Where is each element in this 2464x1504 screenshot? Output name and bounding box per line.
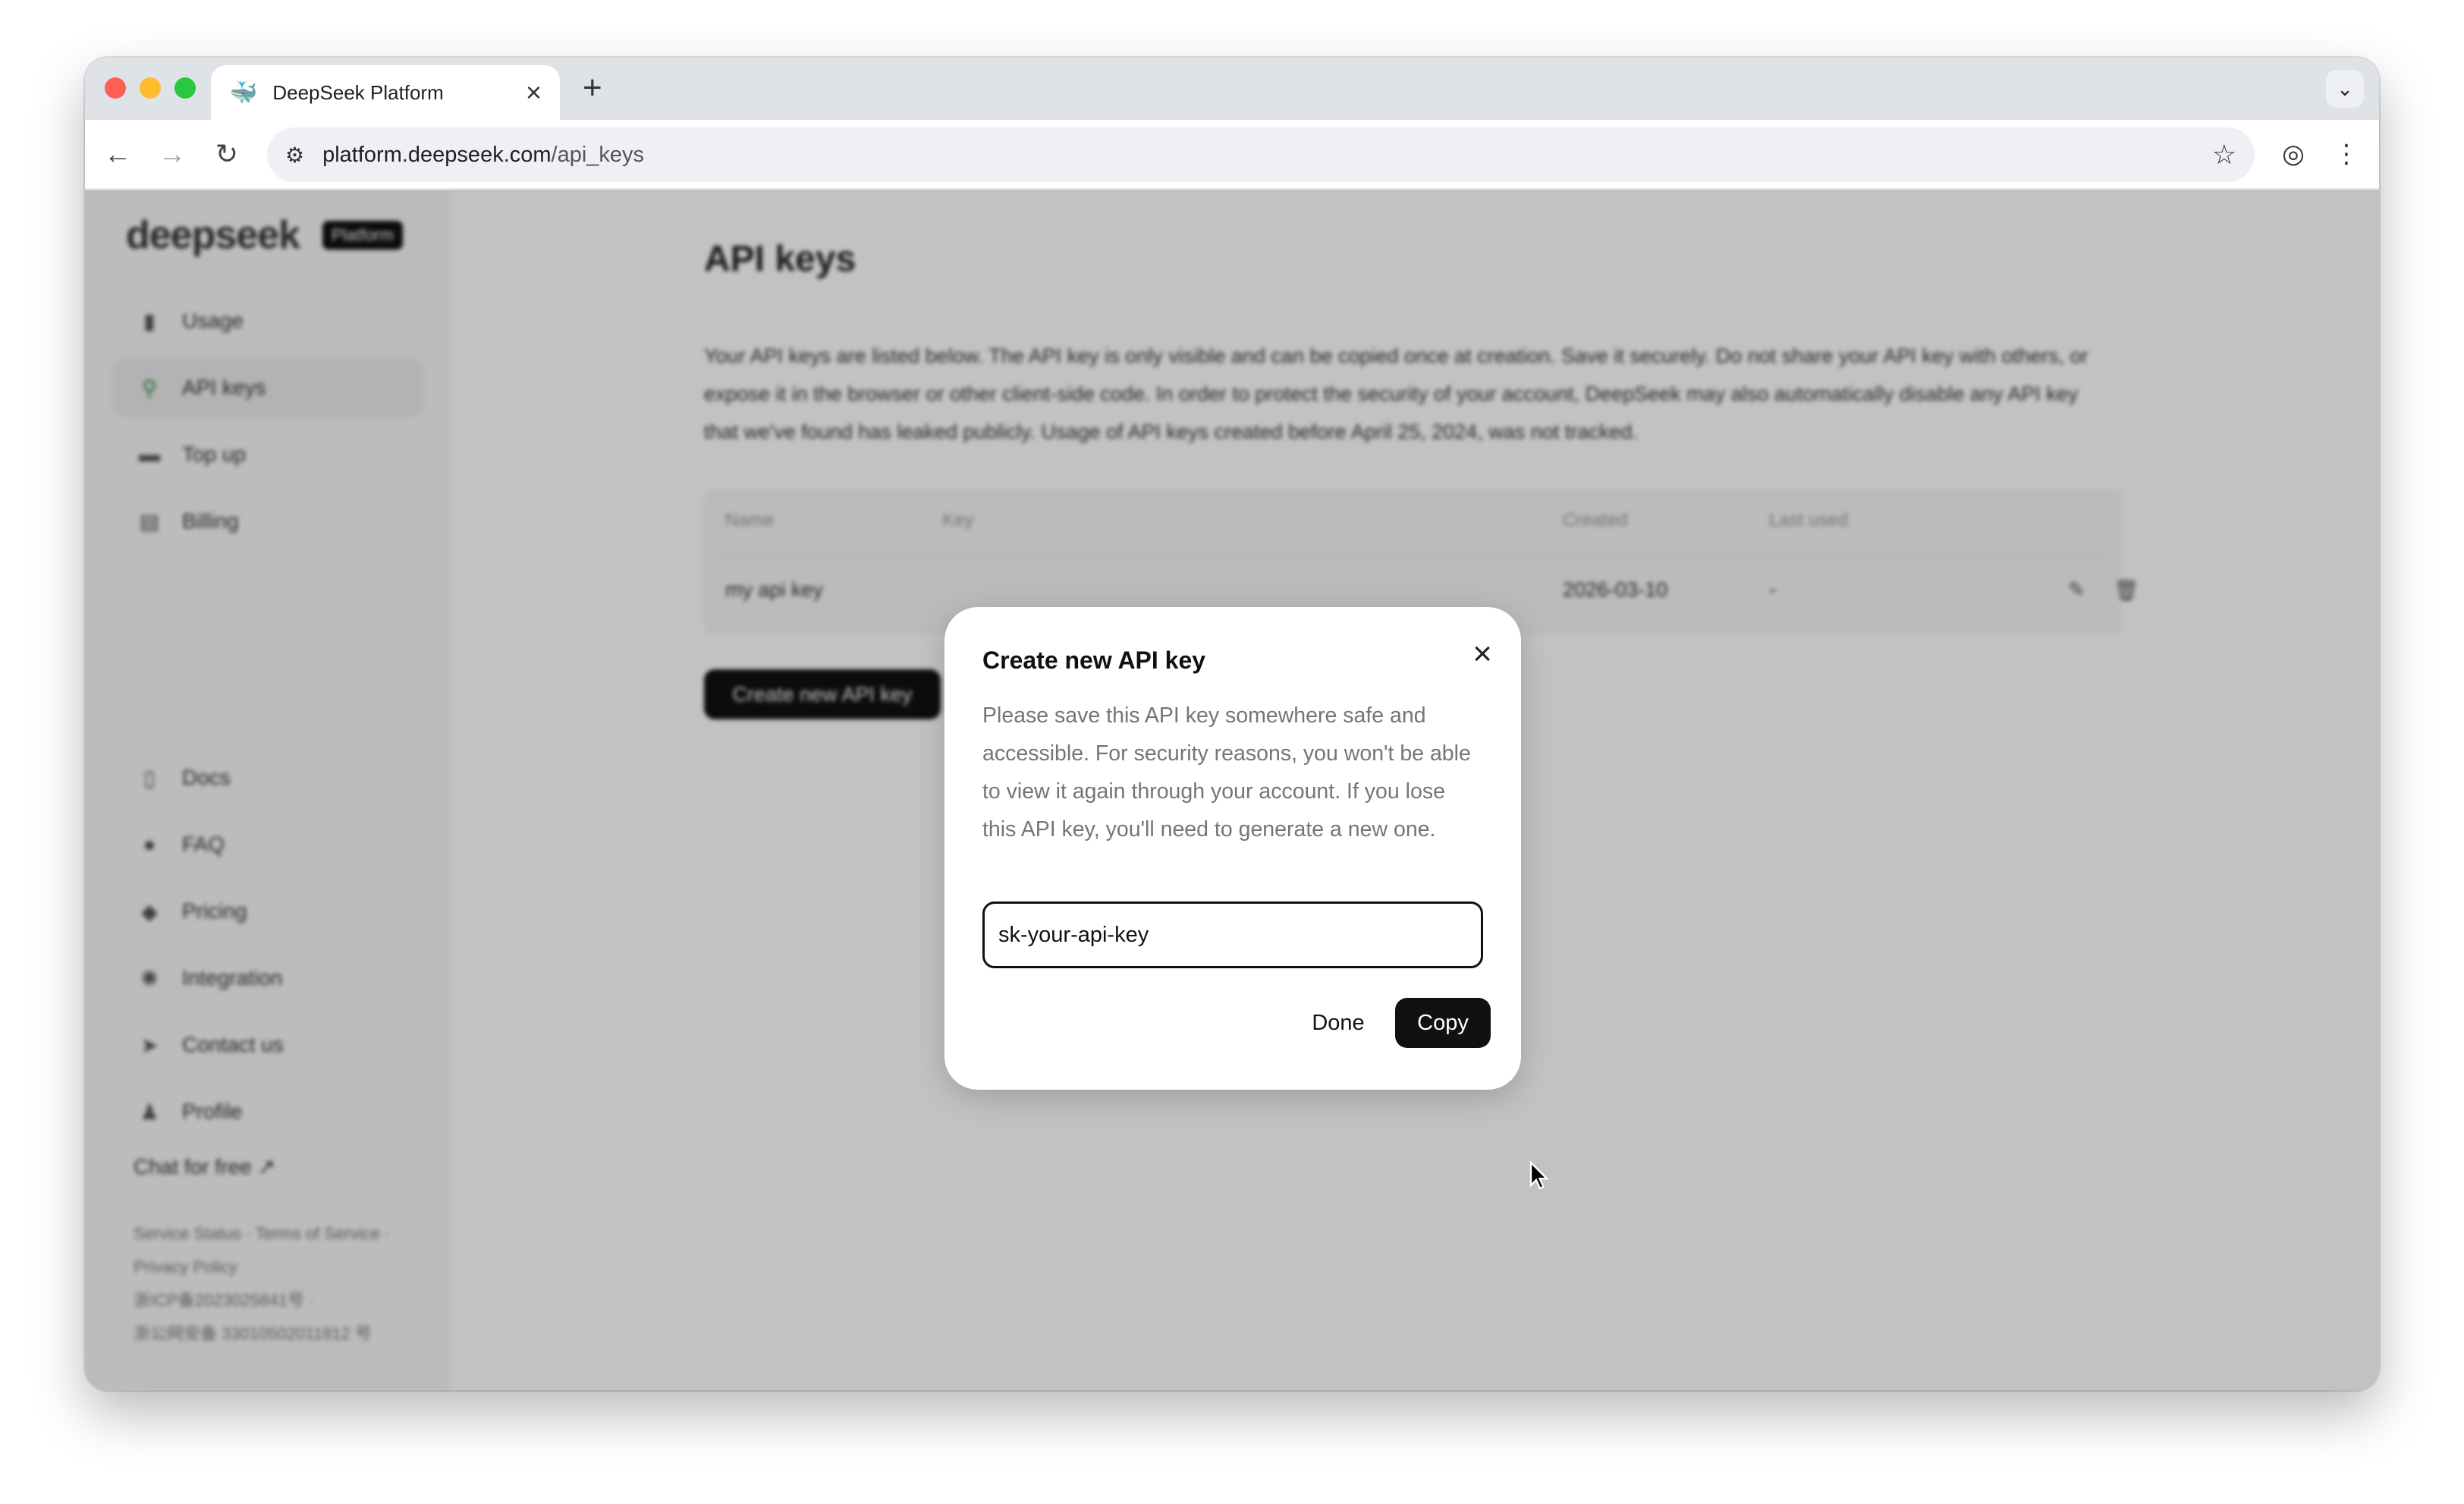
url-path: /api_keys xyxy=(551,142,645,167)
tab-close-icon[interactable]: × xyxy=(526,79,542,106)
copy-button[interactable]: Copy xyxy=(1395,998,1491,1048)
done-button[interactable]: Done xyxy=(1296,998,1380,1048)
close-icon[interactable]: × xyxy=(1472,637,1492,671)
browser-toolbar: ← → ↻ ⚙ platform.deepseek.com/api_keys ☆… xyxy=(85,120,2379,190)
minimize-window-button[interactable] xyxy=(140,77,161,99)
browser-window: 🐳 DeepSeek Platform × + ⌄ ← → ↻ ⚙ platfo… xyxy=(85,58,2379,1390)
dialog-message: Please save this API key somewhere safe … xyxy=(982,703,1471,842)
maximize-window-button[interactable] xyxy=(174,77,196,99)
url-text[interactable]: platform.deepseek.com/api_keys xyxy=(322,143,2212,168)
site-settings-icon[interactable]: ⚙ xyxy=(285,143,304,168)
tab-strip: 🐳 DeepSeek Platform × + ⌄ xyxy=(85,58,2379,120)
more-menu-icon[interactable]: ⋮ xyxy=(2327,135,2365,173)
dialog-title: Create new API key xyxy=(982,647,1206,674)
close-window-button[interactable] xyxy=(105,77,126,99)
page-content: deepseek Platform ▮ Usage ⚲ API keys ▬ T… xyxy=(85,190,2379,1390)
forward-button[interactable]: → xyxy=(153,135,191,173)
url-host: platform.deepseek.com xyxy=(322,142,552,167)
deepseek-favicon-icon: 🐳 xyxy=(229,80,258,105)
address-bar[interactable]: ⚙ platform.deepseek.com/api_keys ☆ xyxy=(267,127,2255,182)
mouse-pointer-icon xyxy=(1529,1161,1549,1190)
tab-title: DeepSeek Platform xyxy=(272,80,444,104)
bookmark-star-icon[interactable]: ☆ xyxy=(2212,139,2236,171)
create-api-key-dialog: Create new API key × Please save this AP… xyxy=(944,607,1521,1090)
browser-tab[interactable]: 🐳 DeepSeek Platform × xyxy=(211,65,560,120)
back-button[interactable]: ← xyxy=(99,135,137,173)
tab-search-button[interactable]: ⌄ xyxy=(2326,70,2364,108)
profile-icon[interactable]: ◎ xyxy=(2274,135,2312,173)
new-tab-button[interactable]: + xyxy=(583,71,602,105)
api-key-field[interactable] xyxy=(982,901,1483,968)
reload-button[interactable]: ↻ xyxy=(208,135,246,173)
